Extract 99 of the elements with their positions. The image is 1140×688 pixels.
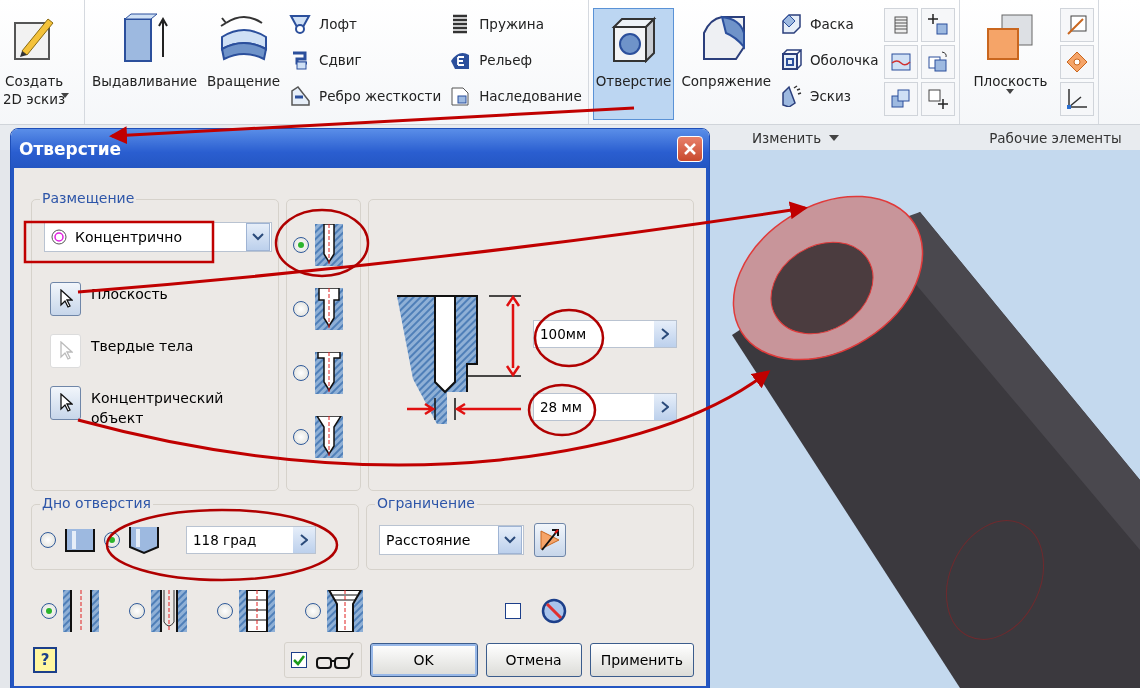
cube-move-icon	[926, 87, 951, 111]
ribbon-tool-button[interactable]: Отверстие	[592, 8, 675, 120]
slanted-block-icon	[779, 85, 802, 107]
check-icon	[292, 654, 305, 666]
radio-button[interactable]	[293, 429, 309, 445]
derived-part-icon	[449, 85, 472, 107]
thread-section-icon	[151, 590, 187, 632]
ribbon-tool-button[interactable]: Сопряжение	[678, 8, 774, 120]
dialog-button[interactable]: OK	[369, 643, 478, 677]
ribbon-icon-button[interactable]	[884, 45, 919, 79]
concentric-circle-icon	[51, 229, 67, 245]
chevron-icon	[661, 401, 669, 413]
ribbon-command-button[interactable]: Лофт	[287, 10, 444, 38]
cursor-arrow-icon	[58, 393, 73, 413]
chevron-icon	[300, 534, 308, 546]
glasses-icon	[314, 650, 355, 670]
ribbon-command-button[interactable]: Ребро жесткости	[287, 82, 444, 110]
ribbon-command-button[interactable]: Фаска	[777, 10, 881, 38]
radio-button[interactable]	[217, 603, 233, 619]
caret-icon	[829, 134, 840, 141]
caret-icon	[1006, 89, 1015, 95]
highlight-ellipse	[533, 308, 605, 368]
split-surface-icon	[889, 50, 914, 74]
help-button[interactable]: ?	[33, 647, 57, 673]
flat-bottom-icon	[64, 527, 96, 553]
ribbon-icon-button[interactable]	[921, 8, 956, 42]
thread-section-icon	[327, 590, 363, 632]
close-icon	[683, 141, 697, 156]
radio-button[interactable]	[129, 603, 145, 619]
highlight-ellipse	[527, 383, 597, 437]
termination-dropdown[interactable]: Расстояние	[379, 525, 524, 555]
group-legend: Дно отверстия	[40, 495, 153, 511]
ribbon-tool-button[interactable]: Вращение	[204, 8, 284, 120]
radio-button[interactable]	[41, 603, 57, 619]
radio-button[interactable]	[293, 237, 309, 253]
chevron-icon	[661, 328, 669, 340]
ribbon-icon-button[interactable]	[884, 82, 919, 116]
close-button[interactable]	[677, 135, 703, 162]
cursor-arrow-icon	[58, 289, 73, 309]
hole-section-icon	[315, 352, 343, 394]
expand-button[interactable]	[293, 527, 315, 553]
radio-button[interactable]	[40, 532, 56, 548]
shell-box-icon	[779, 49, 802, 71]
expand-button[interactable]	[654, 394, 676, 420]
selector-label: Концентрический объект	[91, 389, 225, 428]
hole-section-icon	[315, 416, 343, 458]
panel-title-button[interactable]: Рабочие элементы	[989, 125, 1122, 150]
depth-field[interactable]: 100мм	[533, 320, 677, 348]
chamfer-block-icon	[779, 13, 802, 35]
ribbon-icon-button[interactable]	[1060, 8, 1095, 42]
ribbon-icon-button[interactable]	[1060, 45, 1095, 79]
angle-field[interactable]: 118 град	[186, 526, 316, 554]
select-button[interactable]	[50, 386, 81, 420]
ribbon-tool-button[interactable]: Выдавливание	[89, 8, 201, 120]
axes-icon	[1065, 87, 1090, 111]
group-legend: Ограничение	[375, 495, 477, 511]
radio-button[interactable]	[293, 301, 309, 317]
ribbon-icon-button[interactable]	[921, 45, 956, 79]
thread-section-icon	[239, 590, 275, 632]
ribbon-command-button[interactable]: Пружина	[447, 10, 584, 38]
work-plane-button[interactable]: Плоскость	[964, 8, 1057, 120]
panel-title-button[interactable]: Изменить	[752, 125, 840, 150]
select-button[interactable]	[50, 282, 81, 316]
dropdown-caret-icon	[504, 536, 516, 544]
move-cube-icon	[926, 13, 951, 37]
selector-label: Плоскость	[91, 285, 169, 304]
direction-button[interactable]	[534, 523, 566, 557]
direction-arrow-icon	[539, 527, 561, 553]
ribbon-command-button[interactable]: Сдвиг	[287, 46, 444, 74]
hole-section-icon	[315, 224, 343, 266]
cone-shape-icon	[289, 13, 312, 35]
ribbon-command-button[interactable]: Эскиз	[777, 82, 881, 110]
plane-line-icon	[1065, 13, 1090, 37]
dialog-button[interactable]: Отмена	[485, 643, 582, 677]
placement-dropdown[interactable]: Концентрично	[44, 222, 272, 252]
rib-shape-icon	[289, 85, 312, 107]
ribbon-icon-button[interactable]	[921, 82, 956, 116]
radio-button[interactable]	[305, 603, 321, 619]
cursor-arrow-icon	[58, 341, 73, 361]
checkbox[interactable]	[290, 652, 307, 668]
angled-bottom-icon	[128, 525, 160, 555]
create-sketch-button[interactable]: Создать 2D эскиз	[0, 8, 69, 120]
group-legend: Размещение	[40, 190, 137, 206]
ribbon-command-button[interactable]: Наследование	[447, 82, 584, 110]
selector-label: Твердые тела	[91, 337, 195, 356]
ribbon-command-button[interactable]: Рельеф	[447, 46, 584, 74]
expand-button[interactable]	[654, 321, 676, 347]
radio-button[interactable]	[293, 365, 309, 381]
no-symbol-icon	[541, 598, 567, 624]
diameter-field[interactable]: 28 мм	[533, 393, 677, 421]
hole-section-icon	[315, 288, 343, 330]
dialog-title: Отверстие	[19, 138, 122, 159]
thread-section-icon	[63, 590, 99, 632]
dropdown-caret-icon	[252, 233, 264, 241]
checkbox[interactable]	[505, 603, 521, 619]
ribbon-icon-button[interactable]	[1060, 82, 1095, 116]
dialog-button[interactable]: Применить	[589, 643, 694, 677]
ribbon-command-button[interactable]: Оболочка	[777, 46, 881, 74]
work-point-icon	[1065, 50, 1090, 74]
